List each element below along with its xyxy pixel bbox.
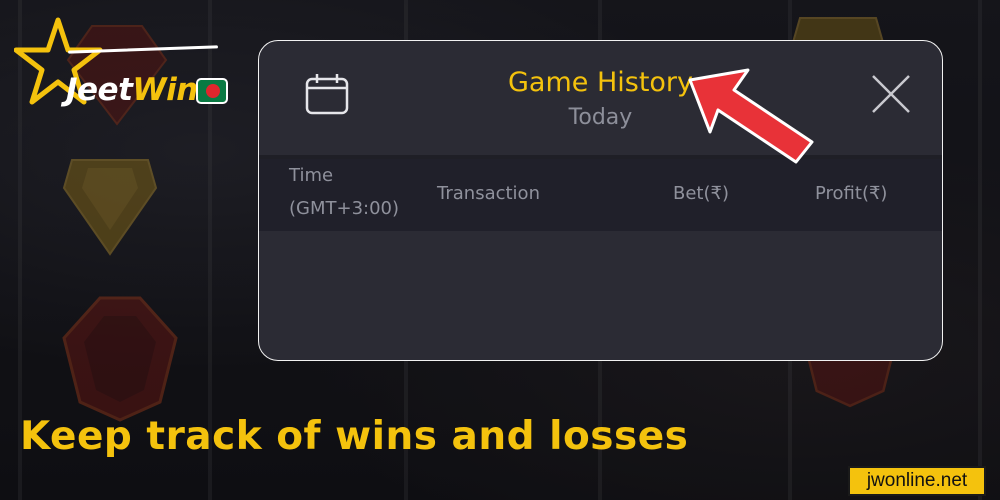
jeetwin-logo: JeetWin — [14, 16, 228, 108]
date-filter-label[interactable]: Today — [259, 105, 942, 130]
column-header-transaction: Transaction — [437, 183, 540, 204]
modal-title: Game History — [507, 67, 694, 98]
close-icon — [872, 75, 910, 113]
timezone-label: (GMT+3:00) — [289, 198, 400, 219]
column-header-bet: Bet(₹) — [673, 183, 729, 204]
modal-header: Game History Today — [259, 41, 942, 155]
history-table-header: Time (GMT+3:00) Transaction Bet(₹) Profi… — [259, 159, 942, 231]
bangladesh-flag-icon — [196, 78, 228, 104]
red-arrow-icon — [688, 68, 814, 164]
logo-text: JeetWin — [66, 72, 198, 108]
column-header-time: Time (GMT+3:00) — [289, 159, 429, 225]
time-header-label: Time — [289, 165, 334, 186]
close-button[interactable] — [870, 73, 912, 115]
column-header-profit: Profit(₹) — [815, 183, 888, 204]
game-history-modal: Game History Today Time (GMT+3:00) Trans… — [258, 40, 943, 361]
site-badge: jwonline.net — [848, 466, 986, 496]
caption-text: Keep track of wins and losses — [20, 414, 689, 459]
